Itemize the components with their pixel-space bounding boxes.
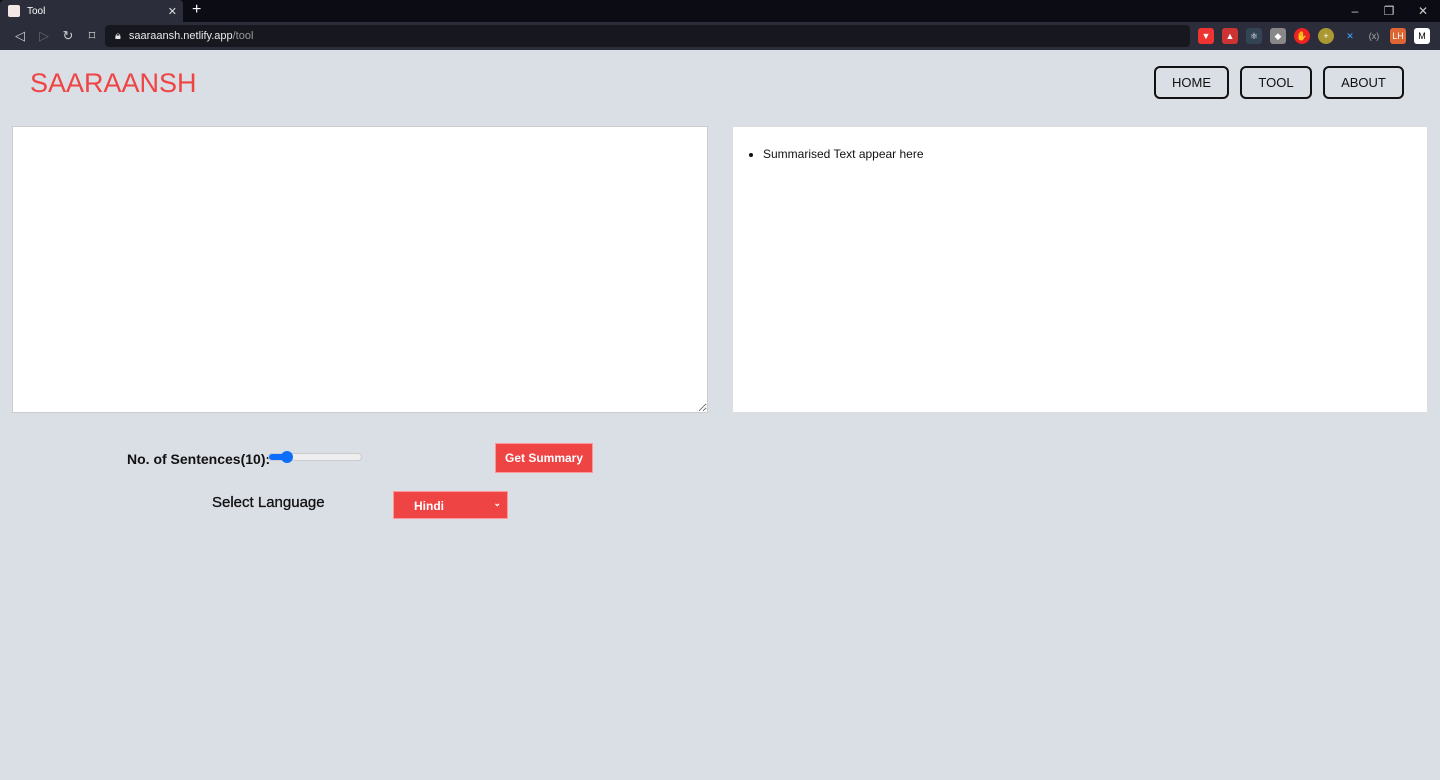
bookmark-icon[interactable]: ⌑ bbox=[80, 28, 104, 44]
minimize-icon[interactable]: – bbox=[1338, 0, 1372, 22]
lighthouse-icon[interactable]: LH bbox=[1390, 28, 1406, 44]
window-close-icon[interactable]: ✕ bbox=[1406, 0, 1440, 22]
variable-extension-icon[interactable]: (x) bbox=[1366, 28, 1382, 44]
browser-tab-bar: Tool ✕ + – ❐ ✕ bbox=[0, 0, 1440, 22]
sentences-slider[interactable] bbox=[268, 451, 362, 463]
address-bar[interactable]: 🔒︎ saaraansh.netlify.app/tool bbox=[105, 25, 1190, 47]
site-header: SAARAANSH HOME TOOL ABOUT bbox=[0, 50, 1440, 126]
brave-rewards-icon[interactable]: ▲ bbox=[1222, 28, 1238, 44]
input-text-area[interactable] bbox=[12, 126, 708, 413]
adblock-icon[interactable]: ✋ bbox=[1294, 28, 1310, 44]
summary-item: Summarised Text appear here bbox=[763, 147, 1427, 161]
new-tab-icon[interactable]: + bbox=[192, 1, 201, 19]
language-select[interactable]: Hindi ⌄ bbox=[393, 491, 508, 519]
medium-icon[interactable]: M bbox=[1414, 28, 1430, 44]
star-extension-icon[interactable]: ✕ bbox=[1342, 28, 1358, 44]
browser-tab[interactable]: Tool ✕ bbox=[0, 0, 183, 22]
back-icon[interactable]: ◁ bbox=[8, 28, 32, 44]
favicon-icon bbox=[8, 5, 20, 17]
slider-thumb[interactable] bbox=[281, 451, 294, 463]
nav-about-button[interactable]: ABOUT bbox=[1323, 66, 1404, 99]
url-host: saaraansh.netlify.app bbox=[128, 30, 233, 42]
nav-tool-button[interactable]: TOOL bbox=[1240, 66, 1312, 99]
restore-icon[interactable]: ❐ bbox=[1372, 0, 1406, 22]
sentences-label: No. of Sentences(10): bbox=[127, 451, 271, 467]
nav-home-button[interactable]: HOME bbox=[1154, 66, 1229, 99]
chevron-down-icon: ⌄ bbox=[493, 498, 501, 508]
lock-icon: 🔒︎ bbox=[115, 29, 121, 42]
language-label: Select Language bbox=[212, 494, 325, 511]
reload-icon[interactable]: ↻ bbox=[56, 28, 80, 44]
brave-shield-icon[interactable]: ▼ bbox=[1198, 28, 1214, 44]
plus-extension-icon[interactable]: + bbox=[1318, 28, 1334, 44]
close-tab-icon[interactable]: ✕ bbox=[168, 5, 177, 18]
summary-output: Summarised Text appear here bbox=[732, 126, 1428, 413]
url-path: /tool bbox=[232, 30, 254, 42]
shield-extension-icon[interactable]: ◆ bbox=[1270, 28, 1286, 44]
get-summary-button[interactable]: Get Summary bbox=[495, 443, 593, 473]
language-selected: Hindi bbox=[414, 499, 444, 513]
forward-icon[interactable]: ▷ bbox=[32, 28, 56, 44]
tab-title: Tool bbox=[27, 5, 46, 17]
react-devtools-icon[interactable]: ⚛ bbox=[1246, 28, 1262, 44]
logo[interactable]: SAARAANSH bbox=[30, 68, 197, 99]
extensions: ▼ ▲ ⚛ ◆ ✋ + ✕ (x) LH M ✚ ☰ bbox=[1198, 28, 1440, 44]
